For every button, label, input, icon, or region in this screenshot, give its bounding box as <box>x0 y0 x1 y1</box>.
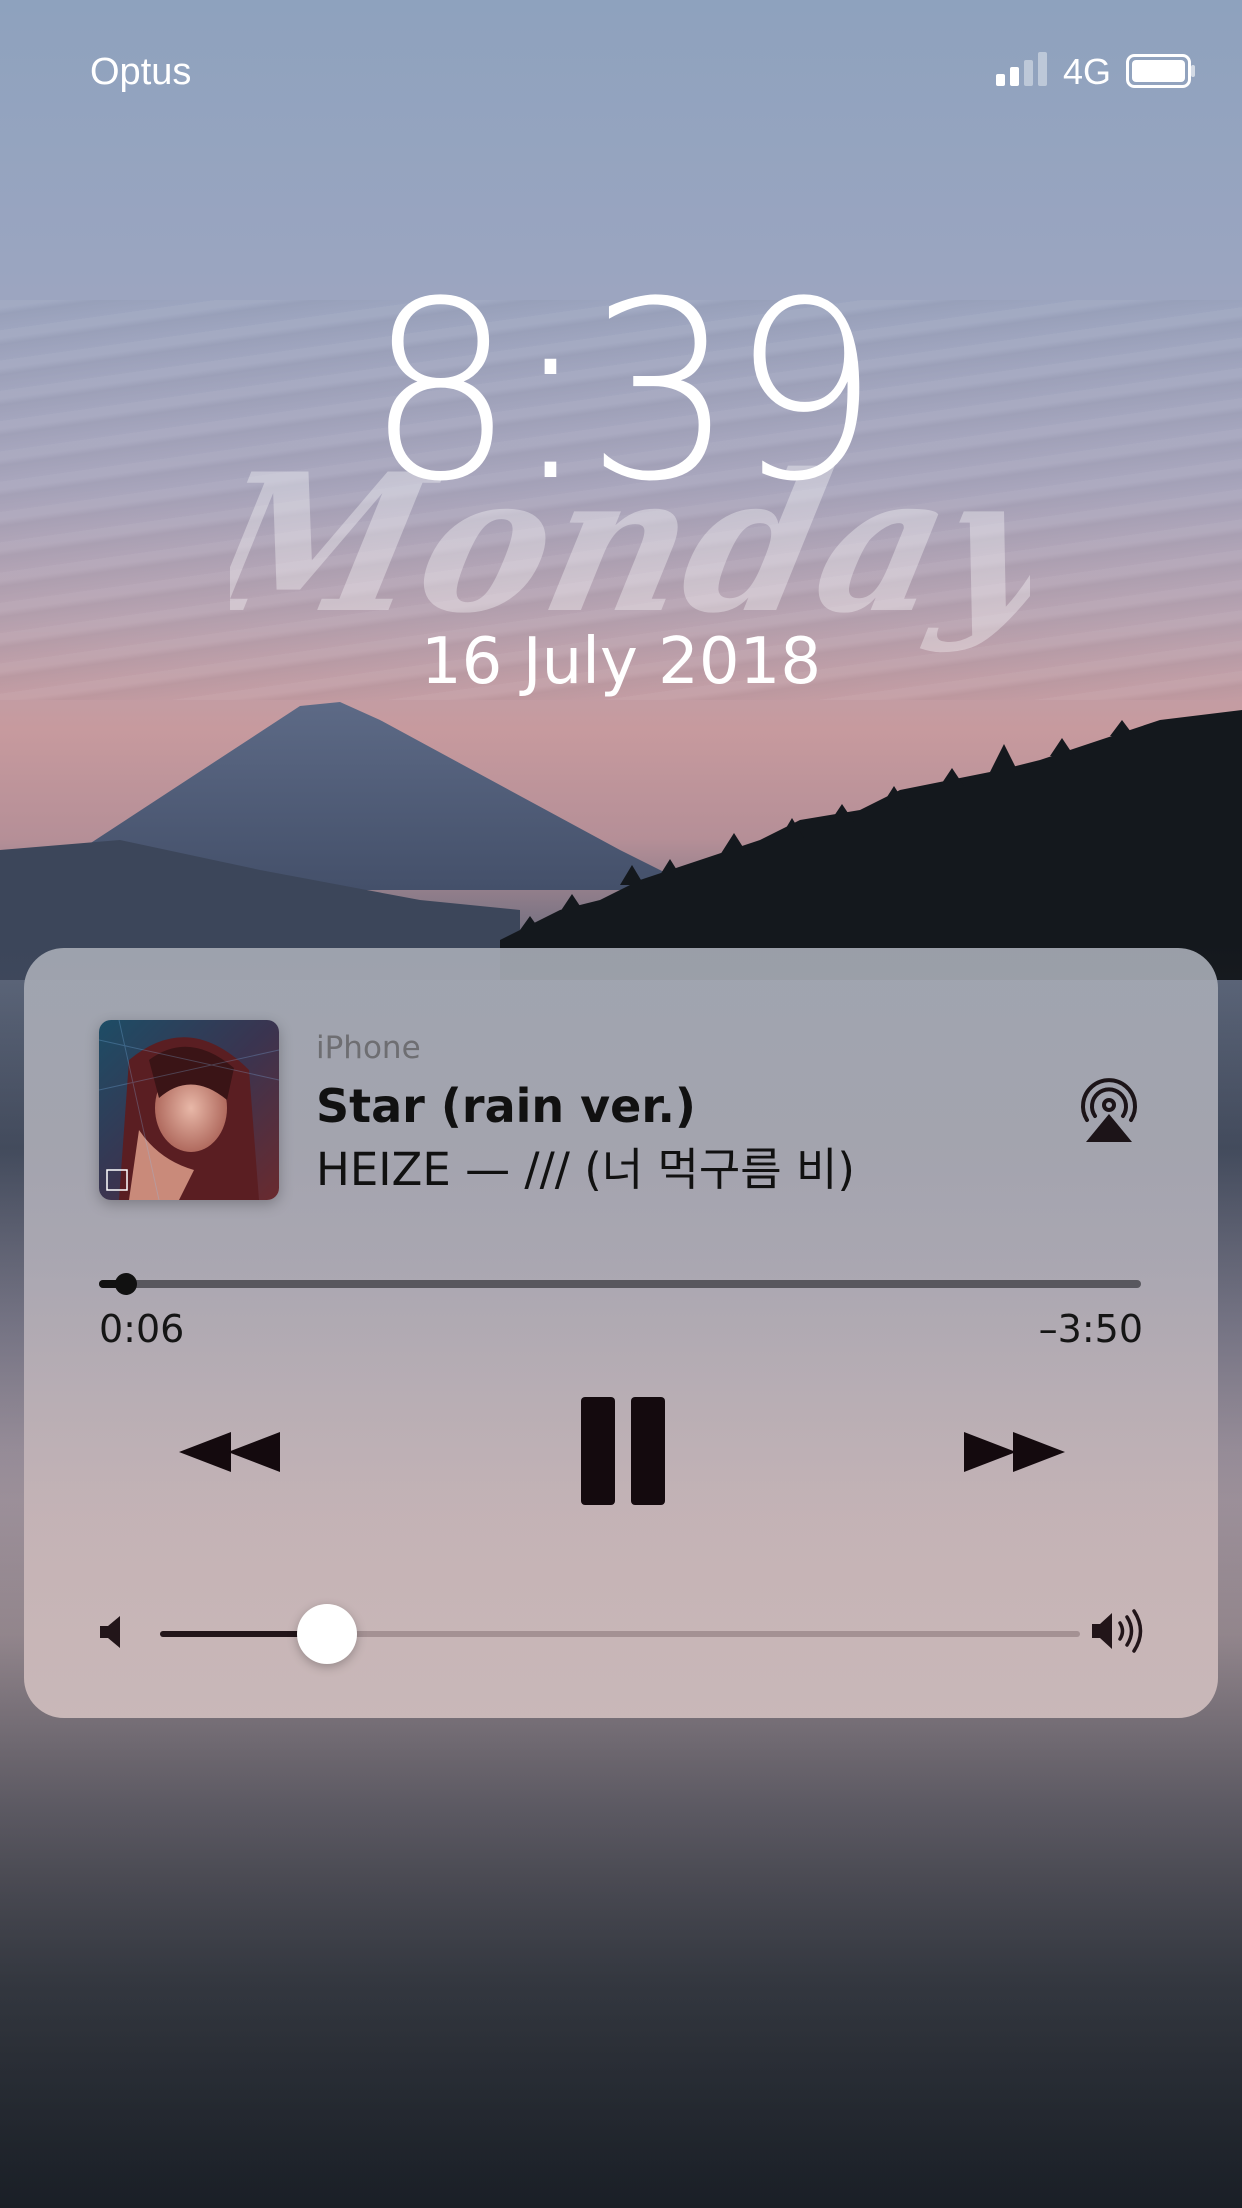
album-artwork-image <box>99 1020 279 1200</box>
scrubber-track <box>99 1280 1141 1288</box>
track-artist-album: HEIZE — /// (너 먹구름 비) <box>316 1143 855 1196</box>
battery-icon <box>1126 54 1195 88</box>
volume-slider[interactable] <box>160 1604 1080 1664</box>
lock-clock: 8:39 <box>366 250 879 536</box>
time-remaining: –3:50 <box>1038 1307 1143 1351</box>
volume-high-icon <box>1092 1609 1143 1653</box>
network-type: 4G <box>1063 51 1112 92</box>
carrier-name: Optus <box>90 51 192 93</box>
volume-knob[interactable] <box>297 1604 358 1664</box>
lock-date: 16 July 2018 <box>420 625 822 699</box>
pause-icon <box>581 1397 665 1505</box>
time-elapsed: 0:06 <box>99 1307 185 1351</box>
volume-low-icon <box>100 1616 120 1648</box>
wallpaper-mountain <box>0 702 1242 980</box>
fast-forward-button[interactable] <box>958 1412 1068 1492</box>
playback-source: iPhone <box>316 1030 421 1066</box>
now-playing-card: iPhone Star (rain ver.) HEIZE — /// (너 먹… <box>24 948 1218 1718</box>
status-bar: Optus 4G <box>0 0 1242 140</box>
rewind-icon <box>179 1432 280 1472</box>
airplay-icon[interactable] <box>1074 1076 1144 1146</box>
rewind-button[interactable] <box>176 1412 286 1492</box>
lock-screen: Optus 4G 8:39 Monday 16 July 2018 iPhone… <box>0 0 1242 2208</box>
track-title: Star (rain ver.) <box>316 1079 696 1133</box>
pause-button[interactable] <box>578 1395 668 1507</box>
scrubber-knob[interactable] <box>115 1273 138 1295</box>
cellular-signal-icon <box>996 52 1047 86</box>
album-artwork[interactable] <box>99 1020 279 1200</box>
playback-scrubber[interactable] <box>99 1272 1141 1296</box>
fast-forward-icon <box>964 1432 1065 1472</box>
